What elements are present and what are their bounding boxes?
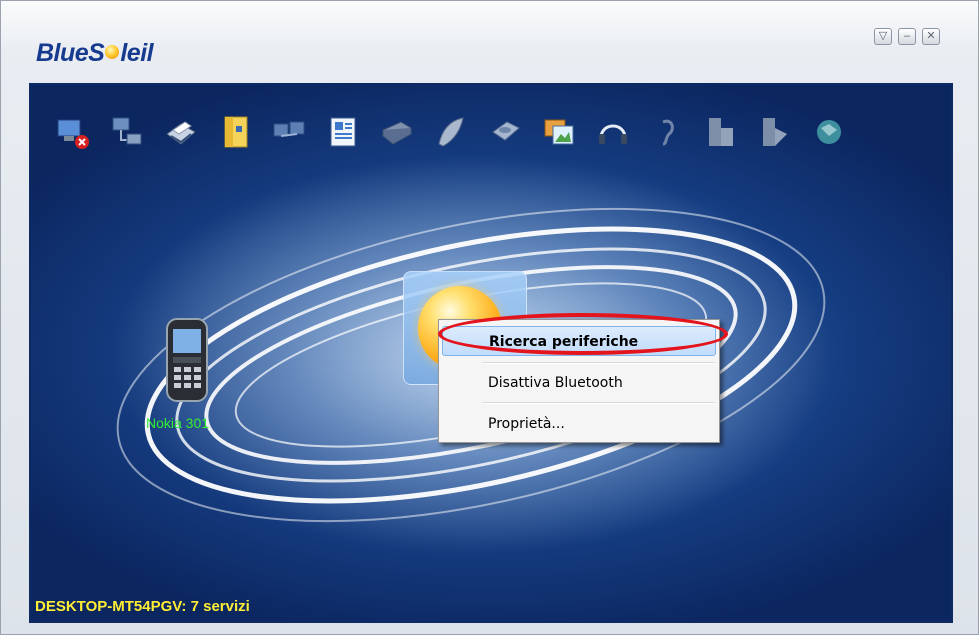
object-push-icon — [709, 118, 733, 146]
service-av-remote[interactable] — [809, 112, 849, 152]
hid-mouse-icon — [438, 117, 464, 147]
menu-item-disable-bluetooth[interactable]: Disattiva Bluetooth — [442, 368, 716, 398]
service-pan[interactable] — [269, 112, 309, 152]
bluesoleil-window: BlueS leil ▽ – ✕ Nokia 301 DESKTOP-MT54P… — [0, 0, 979, 635]
device-phone[interactable] — [165, 317, 209, 408]
menu-item-search-devices[interactable]: Ricerca periferiche — [442, 326, 716, 356]
service-hearing-aid[interactable] — [647, 112, 687, 152]
status-text: DESKTOP-MT54PGV: 7 servizi — [35, 598, 250, 615]
mobile-phone-icon — [166, 318, 208, 402]
minimize-to-tray-button[interactable]: ▽ — [874, 28, 892, 45]
sun-logo-icon — [105, 45, 120, 60]
minimize-button[interactable]: – — [898, 28, 916, 45]
service-network-access[interactable] — [53, 112, 93, 152]
printer-icon — [166, 121, 196, 145]
service-hid[interactable] — [431, 112, 471, 152]
image-transfer-icon — [544, 119, 574, 145]
serial-port-icon — [492, 121, 520, 141]
service-object-push[interactable] — [701, 112, 741, 152]
dial-up-networking-icon — [112, 117, 142, 145]
menu-separator — [483, 362, 715, 364]
close-icon: ✕ — [926, 30, 936, 42]
device-phone-label[interactable]: Nokia 301 — [146, 415, 209, 431]
service-file-transfer[interactable] — [215, 112, 255, 152]
av-remote-icon — [817, 120, 841, 144]
contacts-sync-icon — [330, 117, 356, 147]
context-menu: Ricerca periferiche Disattiva Bluetooth … — [438, 319, 720, 443]
file-transfer-icon — [224, 116, 248, 148]
file-sync-icon — [763, 118, 787, 146]
network-access-icon — [57, 119, 89, 149]
minimize-icon: – — [903, 30, 911, 42]
arrow-down-box-icon: ▽ — [878, 30, 888, 42]
service-headset[interactable] — [593, 112, 633, 152]
menu-item-properties[interactable]: Proprietà... — [442, 409, 716, 439]
hearing-aid-icon — [662, 119, 674, 146]
service-dial-up[interactable] — [107, 112, 147, 152]
service-contacts-sync[interactable] — [323, 112, 363, 152]
service-printer[interactable] — [161, 112, 201, 152]
bluesoleil-logo: BlueS leil — [36, 39, 154, 68]
service-file-sync[interactable] — [755, 112, 795, 152]
service-image-transfer[interactable] — [539, 112, 579, 152]
logo-text-left: BlueS — [36, 39, 105, 67]
personal-area-network-icon — [273, 121, 305, 137]
service-fax[interactable] — [377, 112, 417, 152]
menu-separator — [483, 402, 715, 404]
fax-icon — [382, 121, 412, 145]
headset-icon — [599, 124, 627, 144]
service-serial-port[interactable] — [485, 112, 525, 152]
logo-text-right: leil — [120, 39, 154, 67]
close-button[interactable]: ✕ — [922, 28, 940, 45]
services-toolbar — [53, 107, 849, 157]
